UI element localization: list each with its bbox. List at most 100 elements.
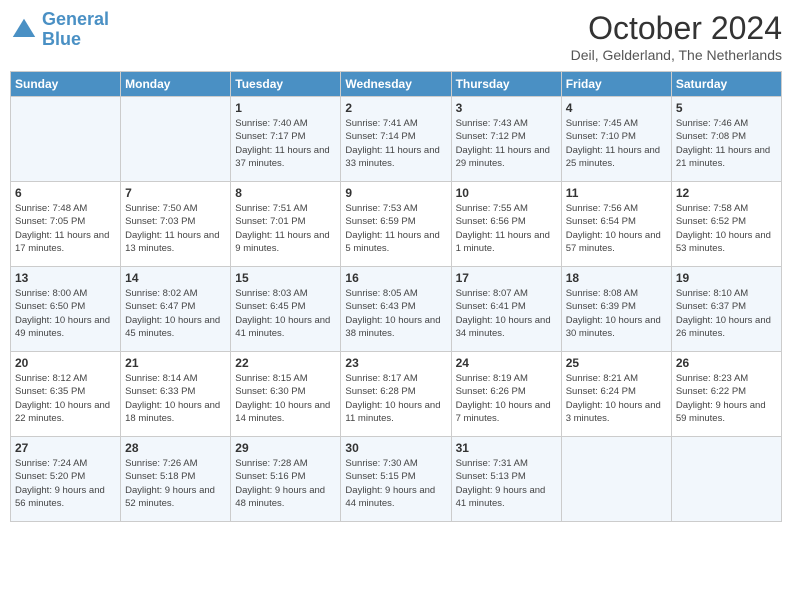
column-header-saturday: Saturday: [671, 72, 781, 97]
calendar-cell: 2 Sunrise: 7:41 AM Sunset: 7:14 PM Daylig…: [341, 97, 451, 182]
calendar-cell: 16Sunrise: 8:05 AM Sunset: 6:43 PM Dayli…: [341, 267, 451, 352]
day-number: 22: [235, 356, 336, 370]
day-info: Sunrise: 8:10 AM Sunset: 6:37 PM Dayligh…: [676, 287, 777, 340]
calendar-cell: 1Sunrise: 7:40 AM Sunset: 7:17 PM Daylig…: [231, 97, 341, 182]
calendar-cell: 12 Sunrise: 7:58 AM Sunset: 6:52 PM Dayli…: [671, 182, 781, 267]
day-number: 4: [566, 101, 667, 115]
calendar-cell: 4 Sunrise: 7:45 AM Sunset: 7:10 PM Daylig…: [561, 97, 671, 182]
day-number: 6: [15, 186, 116, 200]
column-header-sunday: Sunday: [11, 72, 121, 97]
calendar-cell: 30Sunrise: 7:30 AM Sunset: 5:15 PM Dayli…: [341, 437, 451, 522]
calendar-week-row: 27 Sunrise: 7:24 AM Sunset: 5:20 PM Dayli…: [11, 437, 782, 522]
calendar-cell: 28Sunrise: 7:26 AM Sunset: 5:18 PM Dayli…: [121, 437, 231, 522]
day-number: 19: [676, 271, 777, 285]
day-number: 18: [566, 271, 667, 285]
day-info: Sunrise: 8:14 AM Sunset: 6:33 PM Dayligh…: [125, 372, 226, 425]
calendar-cell: 19 Sunrise: 8:10 AM Sunset: 6:37 PM Dayli…: [671, 267, 781, 352]
day-info: Sunrise: 8:19 AM Sunset: 6:26 PM Dayligh…: [456, 372, 557, 425]
day-number: 25: [566, 356, 667, 370]
calendar-header-row: SundayMondayTuesdayWednesdayThursdayFrid…: [11, 72, 782, 97]
calendar-cell: 11 Sunrise: 7:56 AM Sunset: 6:54 PM Dayli…: [561, 182, 671, 267]
column-header-wednesday: Wednesday: [341, 72, 451, 97]
day-info: Sunrise: 7:31 AM Sunset: 5:13 PM Dayligh…: [456, 457, 557, 510]
calendar-cell: [671, 437, 781, 522]
calendar-table: SundayMondayTuesdayWednesdayThursdayFrid…: [10, 71, 782, 522]
day-number: 1: [235, 101, 336, 115]
calendar-cell: [561, 437, 671, 522]
logo-blue: Blue: [42, 30, 109, 50]
calendar-cell: 21 Sunrise: 8:14 AM Sunset: 6:33 PM Dayli…: [121, 352, 231, 437]
day-info: Sunrise: 7:53 AM Sunset: 6:59 PM Dayligh…: [345, 202, 446, 255]
day-number: 27: [15, 441, 116, 455]
logo-general: General: [42, 9, 109, 29]
day-info: Sunrise: 7:28 AM Sunset: 5:16 PM Dayligh…: [235, 457, 336, 510]
calendar-cell: 17 Sunrise: 8:07 AM Sunset: 6:41 PM Dayli…: [451, 267, 561, 352]
calendar-cell: 3 Sunrise: 7:43 AM Sunset: 7:12 PM Daylig…: [451, 97, 561, 182]
day-number: 28: [125, 441, 226, 455]
day-number: 3: [456, 101, 557, 115]
day-number: 9: [345, 186, 446, 200]
day-info: Sunrise: 8:21 AM Sunset: 6:24 PM Dayligh…: [566, 372, 667, 425]
calendar-cell: 25 Sunrise: 8:21 AM Sunset: 6:24 PM Dayli…: [561, 352, 671, 437]
calendar-cell: 10 Sunrise: 7:55 AM Sunset: 6:56 PM Dayli…: [451, 182, 561, 267]
day-number: 11: [566, 186, 667, 200]
calendar-cell: 26 Sunrise: 8:23 AM Sunset: 6:22 PM Dayli…: [671, 352, 781, 437]
day-info: Sunrise: 7:41 AM Sunset: 7:14 PM Dayligh…: [345, 117, 446, 170]
day-info: Sunrise: 8:23 AM Sunset: 6:22 PM Dayligh…: [676, 372, 777, 425]
calendar-week-row: 13 Sunrise: 8:00 AM Sunset: 6:50 PM Dayli…: [11, 267, 782, 352]
day-info: Sunrise: 8:03 AM Sunset: 6:45 PM Dayligh…: [235, 287, 336, 340]
logo-icon: [10, 16, 38, 44]
calendar-week-row: 20 Sunrise: 8:12 AM Sunset: 6:35 PM Dayli…: [11, 352, 782, 437]
title-block: October 2024 Deil, Gelderland, The Nethe…: [571, 10, 782, 63]
day-number: 31: [456, 441, 557, 455]
logo-text: General Blue: [42, 10, 109, 50]
day-info: Sunrise: 7:56 AM Sunset: 6:54 PM Dayligh…: [566, 202, 667, 255]
day-number: 23: [345, 356, 446, 370]
calendar-cell: 13 Sunrise: 8:00 AM Sunset: 6:50 PM Dayli…: [11, 267, 121, 352]
day-number: 16: [345, 271, 446, 285]
day-number: 24: [456, 356, 557, 370]
day-info: Sunrise: 7:30 AM Sunset: 5:15 PM Dayligh…: [345, 457, 446, 510]
day-info: Sunrise: 7:48 AM Sunset: 7:05 PM Dayligh…: [15, 202, 116, 255]
calendar-cell: [121, 97, 231, 182]
calendar-cell: 8 Sunrise: 7:51 AM Sunset: 7:01 PM Daylig…: [231, 182, 341, 267]
calendar-cell: 24 Sunrise: 8:19 AM Sunset: 6:26 PM Dayli…: [451, 352, 561, 437]
calendar-week-row: 1Sunrise: 7:40 AM Sunset: 7:17 PM Daylig…: [11, 97, 782, 182]
day-number: 10: [456, 186, 557, 200]
day-info: Sunrise: 7:55 AM Sunset: 6:56 PM Dayligh…: [456, 202, 557, 255]
day-number: 8: [235, 186, 336, 200]
day-info: Sunrise: 7:24 AM Sunset: 5:20 PM Dayligh…: [15, 457, 116, 510]
day-number: 26: [676, 356, 777, 370]
day-info: Sunrise: 7:58 AM Sunset: 6:52 PM Dayligh…: [676, 202, 777, 255]
day-number: 2: [345, 101, 446, 115]
day-info: Sunrise: 8:07 AM Sunset: 6:41 PM Dayligh…: [456, 287, 557, 340]
column-header-tuesday: Tuesday: [231, 72, 341, 97]
day-number: 13: [15, 271, 116, 285]
calendar-cell: 20 Sunrise: 8:12 AM Sunset: 6:35 PM Dayli…: [11, 352, 121, 437]
calendar-cell: 14Sunrise: 8:02 AM Sunset: 6:47 PM Dayli…: [121, 267, 231, 352]
calendar-cell: 9 Sunrise: 7:53 AM Sunset: 6:59 PM Daylig…: [341, 182, 451, 267]
calendar-cell: 6 Sunrise: 7:48 AM Sunset: 7:05 PM Daylig…: [11, 182, 121, 267]
day-info: Sunrise: 7:50 AM Sunset: 7:03 PM Dayligh…: [125, 202, 226, 255]
day-number: 20: [15, 356, 116, 370]
day-info: Sunrise: 8:00 AM Sunset: 6:50 PM Dayligh…: [15, 287, 116, 340]
day-info: Sunrise: 8:12 AM Sunset: 6:35 PM Dayligh…: [15, 372, 116, 425]
calendar-cell: 31 Sunrise: 7:31 AM Sunset: 5:13 PM Dayli…: [451, 437, 561, 522]
calendar-cell: 5Sunrise: 7:46 AM Sunset: 7:08 PM Daylig…: [671, 97, 781, 182]
day-info: Sunrise: 7:43 AM Sunset: 7:12 PM Dayligh…: [456, 117, 557, 170]
day-info: Sunrise: 7:45 AM Sunset: 7:10 PM Dayligh…: [566, 117, 667, 170]
day-number: 12: [676, 186, 777, 200]
day-number: 17: [456, 271, 557, 285]
day-number: 29: [235, 441, 336, 455]
day-info: Sunrise: 7:51 AM Sunset: 7:01 PM Dayligh…: [235, 202, 336, 255]
day-number: 5: [676, 101, 777, 115]
day-info: Sunrise: 8:15 AM Sunset: 6:30 PM Dayligh…: [235, 372, 336, 425]
calendar-cell: 22 Sunrise: 8:15 AM Sunset: 6:30 PM Dayli…: [231, 352, 341, 437]
day-number: 21: [125, 356, 226, 370]
calendar-cell: 27 Sunrise: 7:24 AM Sunset: 5:20 PM Dayli…: [11, 437, 121, 522]
calendar-cell: 23Sunrise: 8:17 AM Sunset: 6:28 PM Dayli…: [341, 352, 451, 437]
location: Deil, Gelderland, The Netherlands: [571, 47, 782, 63]
calendar-cell: [11, 97, 121, 182]
calendar-cell: 18Sunrise: 8:08 AM Sunset: 6:39 PM Dayli…: [561, 267, 671, 352]
column-header-monday: Monday: [121, 72, 231, 97]
